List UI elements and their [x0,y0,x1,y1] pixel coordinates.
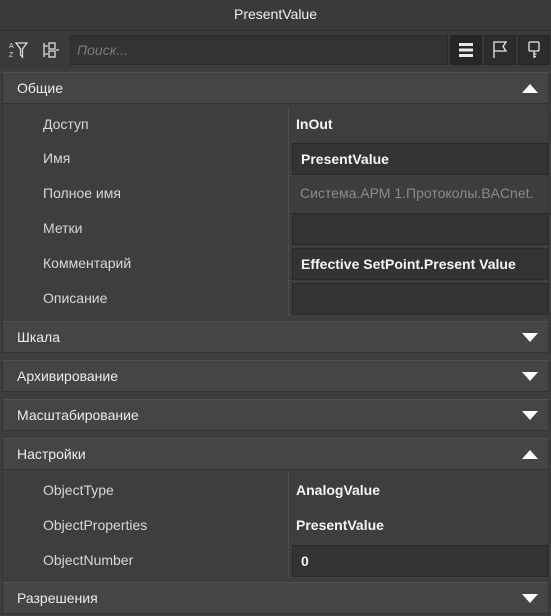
section-scale-label: Шкала [17,329,61,345]
property-value: InOut [296,116,333,132]
comment-field[interactable]: Effective SetPoint.Present Value [292,248,548,280]
section-general-label: Общие [17,80,64,96]
object-number-field[interactable]: 0 [292,545,548,577]
column-separator [288,107,291,142]
property-name: Метки [43,220,83,236]
column-separator [288,211,291,246]
section-archiving-label: Архивирование [17,368,119,384]
collapse-arrow-icon[interactable] [522,84,538,93]
property-name: Имя [43,150,71,166]
property-row-full-name: Полное имя Система.АРМ 1.Протоколы.BACne… [2,176,549,211]
collapse-tree-icon[interactable] [35,35,65,65]
property-name: Комментарий [43,255,132,271]
column-separator [288,543,291,578]
key-icon [528,41,540,58]
section-scale-header[interactable]: Шкала [2,321,549,353]
property-row-access: Доступ InOut [2,107,549,142]
column-separator [288,473,291,508]
property-row-object-number: ObjectNumber 0 [2,543,549,578]
expand-arrow-icon[interactable] [522,411,538,420]
section-archiving-header[interactable]: Архивирование [2,360,549,392]
column-separator [288,508,291,543]
property-name: Полное имя [43,185,121,201]
property-row-object-properties: ObjectProperties PresentValue [2,508,549,543]
property-row-comment: Комментарий Effective SetPoint.Present V… [2,246,549,281]
list-view-icon [459,43,473,57]
toolbar: AZ [0,30,551,68]
key-button[interactable] [518,35,550,65]
property-row-description: Описание [2,281,549,316]
property-row-object-type: ObjectType AnalogValue [2,473,549,508]
search-field[interactable] [70,35,448,65]
property-name: ObjectNumber [43,552,134,568]
property-name: ObjectProperties [43,517,148,533]
property-name: Доступ [43,116,89,132]
column-separator [288,246,291,281]
flag-button[interactable] [484,35,516,65]
property-name: Описание [43,290,108,306]
expand-arrow-icon[interactable] [522,333,538,342]
section-scaling-header[interactable]: Масштабирование [2,399,549,431]
column-separator [288,141,291,176]
property-value: PresentValue [296,517,384,533]
svg-text:Z: Z [9,52,14,59]
column-separator [288,176,291,211]
section-permissions-header[interactable]: Разрешения [2,582,549,614]
property-name: ObjectType [43,482,114,498]
tags-field[interactable] [292,213,548,245]
list-view-button[interactable] [450,35,482,65]
section-permissions-label: Разрешения [17,590,98,606]
svg-text:A: A [9,43,14,50]
column-separator [288,281,291,316]
section-settings-label: Настройки [17,446,86,462]
property-row-name: Имя PresentValue [2,141,549,176]
property-value: AnalogValue [296,482,381,498]
flag-icon [493,41,508,58]
collapse-arrow-icon[interactable] [522,450,538,459]
section-settings-header[interactable]: Настройки [2,438,549,470]
sort-az-filter-icon[interactable]: AZ [3,35,33,65]
expand-arrow-icon[interactable] [522,594,538,603]
search-input[interactable] [77,36,447,64]
full-name-field: Система.АРМ 1.Протоколы.BACnet. [292,178,548,210]
window-title: PresentValue [0,0,551,30]
section-scaling-label: Масштабирование [17,407,139,423]
property-row-tags: Метки [2,211,549,246]
name-field[interactable]: PresentValue [292,143,548,175]
section-general-header[interactable]: Общие [2,72,549,104]
description-field[interactable] [292,283,548,315]
expand-arrow-icon[interactable] [522,372,538,381]
